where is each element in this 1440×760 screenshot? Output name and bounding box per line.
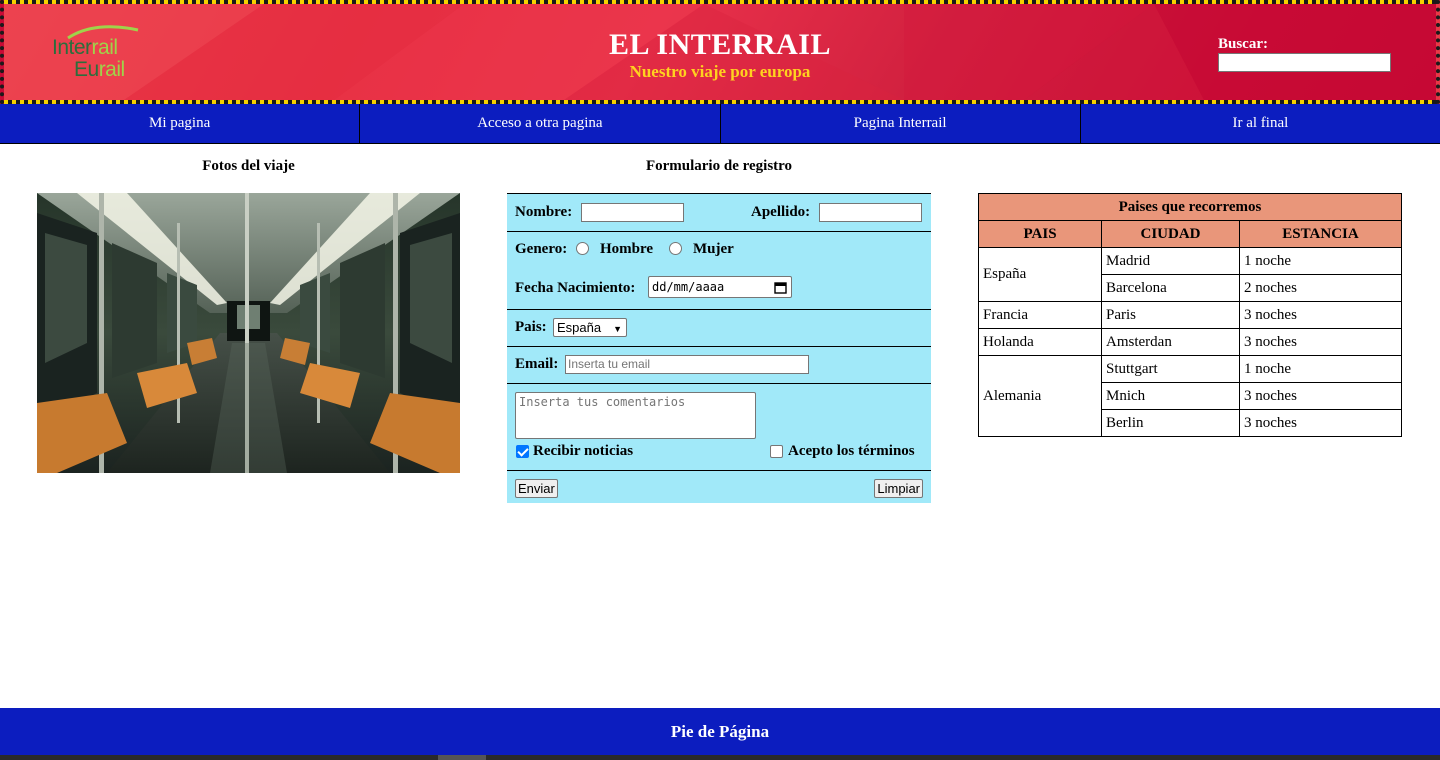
site-header: Interrail Eurail EL INTERRAIL Nuestro vi…	[0, 0, 1440, 104]
nombre-input[interactable]	[581, 203, 684, 222]
comments-placeholder: Inserta tus comentarios	[519, 395, 686, 409]
table-cell-city: Berlin	[1101, 409, 1240, 437]
nombre-label: Nombre:	[515, 204, 573, 220]
form-row-name: Nombre: Apellido:	[507, 194, 931, 231]
table-caption: Paises que recorremos	[978, 193, 1402, 221]
email-input[interactable]: Inserta tu email	[565, 355, 809, 374]
email-placeholder: Inserta tu email	[568, 357, 651, 371]
subway-car-photo	[37, 193, 460, 473]
chevron-down-icon: ▼	[613, 324, 622, 334]
table-row: Holanda Amsterdan 3 noches	[978, 328, 1402, 356]
form-section-title: Formulario de registro	[645, 158, 793, 174]
taskbar	[0, 755, 1440, 760]
nav-item-ir-al-final[interactable]: Ir al final	[1080, 104, 1440, 144]
nav-item-otra-pagina[interactable]: Acceso a otra pagina	[360, 104, 721, 144]
form-row-buttons: Enviar Limpiar	[507, 470, 931, 504]
table-cell-country: España	[978, 247, 1102, 302]
table-row: Francia Paris 3 noches	[978, 301, 1402, 329]
countries-table: Paises que recorremos PAIS CIUDAD ESTANC…	[978, 193, 1402, 437]
taskbar-item[interactable]	[438, 755, 486, 760]
table-cell-country: Holanda	[978, 328, 1102, 356]
table-cell-stay: 2 noches	[1239, 274, 1402, 302]
calendar-icon[interactable]	[774, 281, 787, 294]
recibir-noticias-checkbox[interactable]	[516, 445, 529, 458]
form-row-email: Email: Inserta tu email	[507, 346, 931, 383]
table-cell-city: Madrid	[1101, 247, 1240, 275]
acepto-terminos-checkbox[interactable]	[770, 445, 783, 458]
hombre-label: Hombre	[600, 241, 654, 257]
table-cell-city: Paris	[1101, 301, 1240, 329]
search-label: Buscar:	[1218, 36, 1268, 52]
table-cell-city: Amsterdan	[1101, 328, 1240, 356]
table-row: España Madrid 1 noche	[978, 247, 1402, 302]
main-nav: Mi pagina Acceso a otra pagina Pagina In…	[0, 104, 1440, 144]
table-cell-stay: 3 noches	[1239, 382, 1402, 410]
table-cell-stay: 1 noche	[1239, 247, 1402, 275]
pais-label: Pais:	[515, 319, 547, 335]
table-header-ciudad: CIUDAD	[1101, 220, 1240, 248]
table-cell-city: Stuttgart	[1101, 355, 1240, 383]
mujer-label: Mujer	[693, 241, 734, 257]
pais-selected-value: España	[557, 320, 602, 335]
enviar-button[interactable]: Enviar	[515, 479, 558, 498]
form-row-pais: Pais: España ▼	[507, 309, 931, 346]
email-label: Email:	[515, 356, 559, 372]
table-cell-country: Alemania	[978, 355, 1102, 437]
limpiar-button[interactable]: Limpiar	[874, 479, 923, 498]
table-header-pais: PAIS	[978, 220, 1102, 248]
apellido-input[interactable]	[819, 203, 922, 222]
nav-item-mi-pagina[interactable]: Mi pagina	[0, 104, 361, 144]
table-cell-city: Mnich	[1101, 382, 1240, 410]
mujer-radio[interactable]	[669, 242, 682, 255]
table-cell-stay: 3 noches	[1239, 409, 1402, 437]
form-row-genero-fecha: Genero: Hombre Mujer Fecha Nacimiento: d…	[507, 231, 931, 309]
acepto-terminos-label: Acepto los términos	[788, 443, 915, 459]
fecha-nacimiento-input[interactable]: dd/mm/aaaa	[648, 276, 792, 298]
table-header-estancia: ESTANCIA	[1239, 220, 1402, 248]
photos-section-title: Fotos del viaje	[202, 158, 295, 174]
page-footer: Pie de Página	[0, 708, 1440, 755]
hombre-radio[interactable]	[576, 242, 589, 255]
table-cell-stay: 3 noches	[1239, 328, 1402, 356]
apellido-label: Apellido:	[751, 204, 811, 220]
pais-select[interactable]: España ▼	[553, 318, 627, 337]
search-input[interactable]	[1218, 53, 1391, 72]
table-cell-stay: 1 noche	[1239, 355, 1402, 383]
table-cell-stay: 3 noches	[1239, 301, 1402, 329]
fecha-placeholder: dd/mm/aaaa	[652, 280, 725, 294]
recibir-noticias-label: Recibir noticias	[533, 443, 634, 459]
registration-form: Nombre: Apellido: Genero: Hombre Mujer F…	[507, 193, 931, 503]
genero-label: Genero:	[515, 241, 568, 257]
table-cell-country: Francia	[978, 301, 1102, 329]
nav-item-interrail[interactable]: Pagina Interrail	[720, 104, 1081, 144]
comments-textarea[interactable]: Inserta tus comentarios	[515, 392, 756, 439]
form-row-comments: Inserta tus comentarios Recibir noticias…	[507, 383, 931, 470]
fecha-label: Fecha Nacimiento:	[515, 280, 636, 296]
table-row: Alemania Stuttgart 1 noche	[978, 355, 1402, 437]
table-cell-city: Barcelona	[1101, 274, 1240, 302]
